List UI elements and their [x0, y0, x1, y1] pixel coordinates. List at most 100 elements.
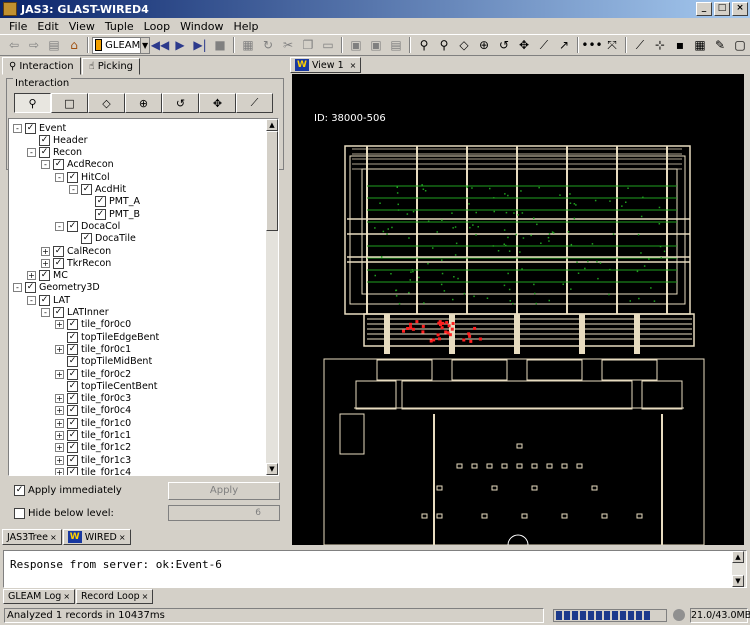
pointer-icon[interactable]: ↗: [555, 36, 573, 54]
expand-icon[interactable]: +: [55, 394, 64, 404]
tree-node-checkbox[interactable]: ✓: [67, 368, 78, 380]
tree-node-checkbox[interactable]: ✓: [67, 454, 78, 466]
cut-icon[interactable]: ✂: [279, 36, 297, 54]
copy-icon[interactable]: ❐: [299, 36, 317, 54]
tree-node-checkbox[interactable]: ✓: [81, 184, 92, 195]
hide-below-row[interactable]: Hide below level:: [14, 508, 114, 519]
tree-node[interactable]: - ✓ AcdRecon: [41, 159, 114, 171]
tree-node-checkbox[interactable]: ✓: [67, 380, 78, 392]
tree-node-checkbox[interactable]: ✓: [67, 343, 78, 355]
tree-node[interactable]: - ✓ Recon: [27, 147, 82, 159]
layers-icon[interactable]: ▤: [387, 36, 405, 54]
tree-node[interactable]: + ✓ MC: [27, 270, 68, 282]
scroll-down-icon[interactable]: ▼: [732, 575, 744, 587]
scene-tree[interactable]: - ✓ Event ✓ Header - ✓ Recon - ✓ AcdRecon - ✓ HitCol -…: [8, 118, 279, 476]
expand-icon[interactable]: +: [55, 443, 64, 453]
collapse-icon[interactable]: -: [27, 148, 36, 158]
tree-node-checkbox[interactable]: ✓: [67, 356, 78, 368]
collapse-icon[interactable]: -: [13, 283, 22, 293]
tree-node-checkbox[interactable]: ✓: [67, 220, 78, 232]
refresh-icon[interactable]: ↻: [259, 36, 277, 54]
node-tool-icon[interactable]: ⊹: [651, 36, 669, 54]
tree-node-checkbox[interactable]: ✓: [67, 417, 78, 429]
pan-mode-button[interactable]: ◇: [88, 93, 125, 113]
expand-icon[interactable]: +: [55, 406, 64, 416]
tree-node-checkbox[interactable]: ✓: [95, 196, 106, 208]
expand-icon[interactable]: +: [55, 455, 64, 465]
maximize-button[interactable]: □: [714, 2, 730, 16]
tree-node[interactable]: + ✓ tile_f0r1c4: [55, 466, 131, 475]
tree-node[interactable]: ✓ DocaTile: [69, 233, 136, 245]
rotate-3d-icon[interactable]: ⊕: [475, 36, 493, 54]
tree-node[interactable]: + ✓ tile_f0r0c3: [55, 393, 131, 405]
tree-node-checkbox[interactable]: ✓: [53, 257, 64, 269]
expand-icon[interactable]: +: [55, 369, 64, 379]
collapse-icon[interactable]: -: [55, 172, 64, 182]
apply-button[interactable]: Apply: [168, 482, 280, 500]
expand-icon[interactable]: +: [27, 271, 36, 281]
tree-node[interactable]: - ✓ LATInner: [41, 307, 109, 319]
rectangle-mode-button[interactable]: □: [51, 93, 88, 113]
menu-edit[interactable]: Edit: [32, 20, 63, 33]
collapse-icon[interactable]: -: [41, 308, 50, 317]
event-display-canvas[interactable]: ID: 38000-506: [292, 74, 744, 545]
chevron-down-icon[interactable]: ▼: [140, 37, 149, 53]
draw-icon[interactable]: ✎: [711, 36, 729, 54]
expand-icon[interactable]: +: [41, 246, 50, 256]
tree-node[interactable]: + ✓ tile_f0r0c4: [55, 405, 131, 417]
fit-icon[interactable]: ⤧: [603, 36, 621, 54]
close-icon[interactable]: ×: [119, 533, 126, 542]
tree-node[interactable]: - ✓ DocaCol: [55, 220, 120, 232]
tab-gleam-log[interactable]: GLEAM Log ×: [3, 589, 76, 604]
scroll-up-icon[interactable]: ▲: [732, 551, 744, 563]
tree-node-checkbox[interactable]: ✓: [67, 393, 78, 405]
tree-node-checkbox[interactable]: ✓: [39, 294, 50, 306]
stop-icon[interactable]: ■: [211, 36, 229, 54]
tree-node[interactable]: + ✓ tile_f0r1c3: [55, 454, 131, 466]
expand-icon[interactable]: +: [55, 320, 64, 330]
tree-node-checkbox[interactable]: ✓: [67, 442, 78, 454]
paste-icon[interactable]: ▭: [319, 36, 337, 54]
export-icon[interactable]: ▣: [367, 36, 385, 54]
dots-icon[interactable]: •••: [581, 36, 602, 54]
tab-wired[interactable]: W WIRED ×: [62, 529, 131, 545]
tree-node[interactable]: + ✓ tile_f0r1c1: [55, 430, 131, 442]
scroll-up-icon[interactable]: ▲: [266, 119, 278, 131]
hide-below-spinner[interactable]: 6: [168, 505, 280, 521]
tree-node-checkbox[interactable]: ✓: [95, 208, 106, 220]
move-mode-button[interactable]: ✥: [199, 93, 236, 113]
tree-node-checkbox[interactable]: ✓: [81, 233, 92, 245]
hide-below-checkbox[interactable]: [14, 508, 25, 519]
scroll-thumb[interactable]: [266, 131, 278, 231]
tree-node[interactable]: + ✓ tile_f0r0c0: [55, 319, 131, 331]
tree-node[interactable]: - ✓ AcdHit: [69, 184, 126, 196]
rewind-icon[interactable]: ◀◀: [151, 36, 169, 54]
tree-node[interactable]: ✓ topTileMidBent: [55, 356, 152, 368]
tab-picking[interactable]: ☝ Picking: [81, 58, 141, 75]
tree-node[interactable]: ✓ PMT_A: [83, 196, 140, 208]
tree-node[interactable]: ✓ PMT_B: [83, 208, 140, 220]
measure-icon[interactable]: ⟋: [535, 36, 553, 54]
tree-node[interactable]: - ✓ LAT: [27, 294, 70, 306]
expand-icon[interactable]: +: [41, 258, 50, 268]
menu-help[interactable]: Help: [228, 20, 263, 33]
tab-jas3tree[interactable]: JAS3Tree ×: [2, 529, 62, 545]
line-tool-icon[interactable]: ⟋: [631, 36, 649, 54]
rotate-3d-mode-button[interactable]: ⊕: [125, 93, 162, 113]
window-icon[interactable]: ▢: [731, 36, 749, 54]
tree-node[interactable]: + ✓ tile_f0r0c2: [55, 368, 131, 380]
step-forward-icon[interactable]: ▶|: [191, 36, 209, 54]
menu-view[interactable]: View: [64, 20, 100, 33]
play-icon[interactable]: ▶: [171, 36, 189, 54]
tab-view-1[interactable]: W View 1 ×: [290, 57, 362, 73]
tree-node-checkbox[interactable]: ✓: [25, 122, 36, 134]
close-icon[interactable]: ×: [142, 592, 149, 601]
expand-icon[interactable]: +: [55, 344, 64, 354]
tree-node-checkbox[interactable]: ✓: [39, 270, 50, 282]
home-icon[interactable]: ⌂: [65, 36, 83, 54]
tree-node[interactable]: ✓ topTileCentBent: [55, 380, 158, 392]
tree-node[interactable]: + ✓ TkrRecon: [41, 257, 111, 269]
gleam-combo[interactable]: GLEAM ▼: [92, 36, 150, 54]
tree-node[interactable]: - ✓ Geometry3D: [13, 282, 100, 294]
close-icon[interactable]: ×: [50, 533, 57, 542]
